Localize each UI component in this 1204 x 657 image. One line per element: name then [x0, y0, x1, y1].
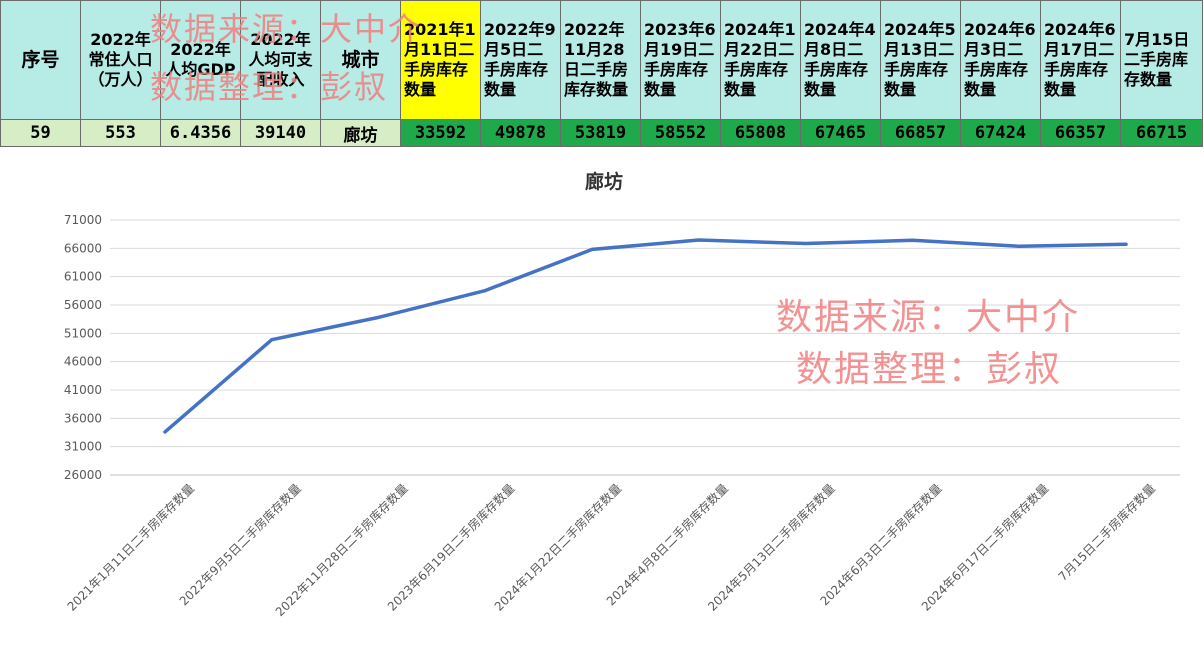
x-tick-label: 2024年6月17日二手房库存数量 [918, 481, 1051, 614]
data-cell[interactable]: 59 [0, 119, 81, 147]
line-chart: 26000 31000 36000 41000 46000 51000 56000 61000… [64, 170, 1180, 620]
y-tick-label: 31000 [64, 440, 102, 454]
x-tick-label: 2024年4月8日二手房库存数量 [603, 481, 731, 609]
data-cell[interactable]: 67424 [960, 119, 1041, 147]
data-cell[interactable]: 53819 [560, 119, 641, 147]
data-cell[interactable]: 66357 [1040, 119, 1121, 147]
data-table: 序号 2022年常住人口（万人） 2022年人均GDP 2022年人均可支配收入… [0, 0, 1203, 147]
y-axis-ticks: 26000 31000 36000 41000 46000 51000 56000 61000… [64, 213, 102, 482]
header-cell[interactable]: 2022年人均可支配收入 [240, 0, 321, 120]
header-cell[interactable]: 2024年6月3日二手房库存数量 [960, 0, 1041, 120]
header-cell[interactable]: 2022年11月28日二手房库存数量 [560, 0, 641, 120]
header-cell[interactable]: 2024年5月13日二手房库存数量 [880, 0, 961, 120]
data-cell[interactable]: 39140 [240, 119, 321, 147]
y-tick-label: 61000 [64, 270, 102, 284]
header-cell[interactable]: 2024年1月22日二手房库存数量 [720, 0, 801, 120]
x-tick-label: 2024年5月13日二手房库存数量 [705, 481, 838, 614]
data-cell[interactable]: 66715 [1120, 119, 1203, 147]
data-cell[interactable]: 6.4356 [160, 119, 241, 147]
data-cell[interactable]: 65808 [720, 119, 801, 147]
x-tick-label: 2024年1月22日二手房库存数量 [491, 481, 624, 614]
y-tick-label: 66000 [64, 241, 102, 255]
header-cell[interactable]: 2022年人均GDP [160, 0, 241, 120]
y-tick-label: 71000 [64, 213, 102, 227]
x-tick-label: 2024年6月3日二手房库存数量 [817, 481, 945, 609]
x-tick-label: 2021年1月11日二手房库存数量 [64, 481, 197, 614]
header-cell[interactable]: 2024年6月17日二手房库存数量 [1040, 0, 1121, 120]
y-tick-label: 41000 [64, 383, 102, 397]
data-cell[interactable]: 33592 [400, 119, 481, 147]
header-cell[interactable]: 2021年1月11日二手房库存数量 [400, 0, 481, 120]
header-cell[interactable]: 2024年4月8日二手房库存数量 [800, 0, 881, 120]
data-cell[interactable]: 廊坊 [320, 119, 401, 147]
header-cell[interactable]: 2022年9月5日二手房库存数量 [480, 0, 561, 120]
data-cell[interactable]: 66857 [880, 119, 961, 147]
header-cell[interactable]: 2022年常住人口（万人） [80, 0, 161, 120]
header-cell[interactable]: 2023年6月19日二手房库存数量 [640, 0, 721, 120]
y-tick-label: 56000 [64, 298, 102, 312]
x-tick-label: 2022年9月5日二手房库存数量 [176, 481, 304, 609]
x-tick-label: 2023年6月19日二手房库存数量 [384, 481, 517, 614]
y-tick-label: 26000 [64, 468, 102, 482]
data-cell[interactable]: 553 [80, 119, 161, 147]
y-tick-label: 51000 [64, 326, 102, 340]
chart-title: 廊坊 [585, 170, 623, 193]
data-cell[interactable]: 67465 [800, 119, 881, 147]
data-cell[interactable]: 58552 [640, 119, 721, 147]
header-cell[interactable]: 序号 [0, 0, 81, 120]
y-tick-label: 46000 [64, 355, 102, 369]
x-axis-ticks: 2021年1月11日二手房库存数量2022年9月5日二手房库存数量2022年11… [64, 481, 1158, 620]
header-row: 序号 2022年常住人口（万人） 2022年人均GDP 2022年人均可支配收入… [0, 0, 1203, 120]
data-cell[interactable]: 49878 [480, 119, 561, 147]
header-cell[interactable]: 7月15日二手房库存数量 [1120, 0, 1203, 120]
y-tick-label: 36000 [64, 411, 102, 425]
series-line [163, 238, 1128, 434]
x-tick-label: 7月15日二手房库存数量 [1055, 481, 1158, 584]
header-cell[interactable]: 城市 [320, 0, 401, 120]
grid-lines [110, 219, 1180, 476]
data-row: 59 553 6.4356 39140 廊坊 33592 49878 53819… [0, 119, 1203, 147]
